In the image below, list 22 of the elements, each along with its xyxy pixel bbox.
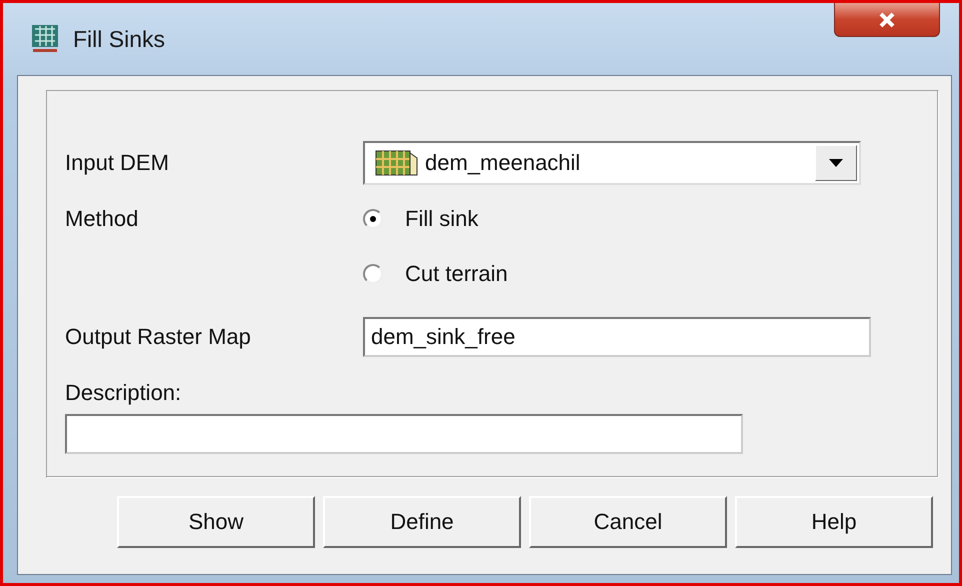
radio-button[interactable] bbox=[363, 264, 383, 284]
dialog-button[interactable]: Cancel bbox=[529, 496, 727, 548]
field-label: Method bbox=[65, 206, 140, 232]
caret-icon bbox=[829, 159, 843, 167]
description-field[interactable] bbox=[65, 414, 743, 454]
radio-option[interactable]: Fill sink bbox=[363, 206, 478, 232]
grid-map-icon bbox=[31, 24, 59, 54]
dialog-button[interactable]: Help bbox=[735, 496, 933, 548]
radio-button[interactable] bbox=[363, 209, 383, 229]
dropdown-arrow-button[interactable] bbox=[815, 145, 857, 181]
radio-option[interactable]: Cut terrain bbox=[363, 261, 508, 287]
output-map-field[interactable]: dem_sink_free bbox=[363, 317, 871, 357]
close-button[interactable] bbox=[834, 3, 940, 37]
field-label: Description: bbox=[65, 380, 182, 406]
dialog-button[interactable]: Show bbox=[117, 496, 315, 548]
close-icon bbox=[878, 12, 896, 28]
field-label: Input DEM bbox=[65, 150, 170, 176]
dialog-button[interactable]: Define bbox=[323, 496, 521, 548]
window-title: Fill Sinks bbox=[73, 26, 166, 52]
map-dropdown[interactable]: dem_meenachil bbox=[363, 141, 861, 185]
raster-map-icon bbox=[375, 150, 419, 176]
field-label: Output Raster Map bbox=[65, 324, 252, 350]
